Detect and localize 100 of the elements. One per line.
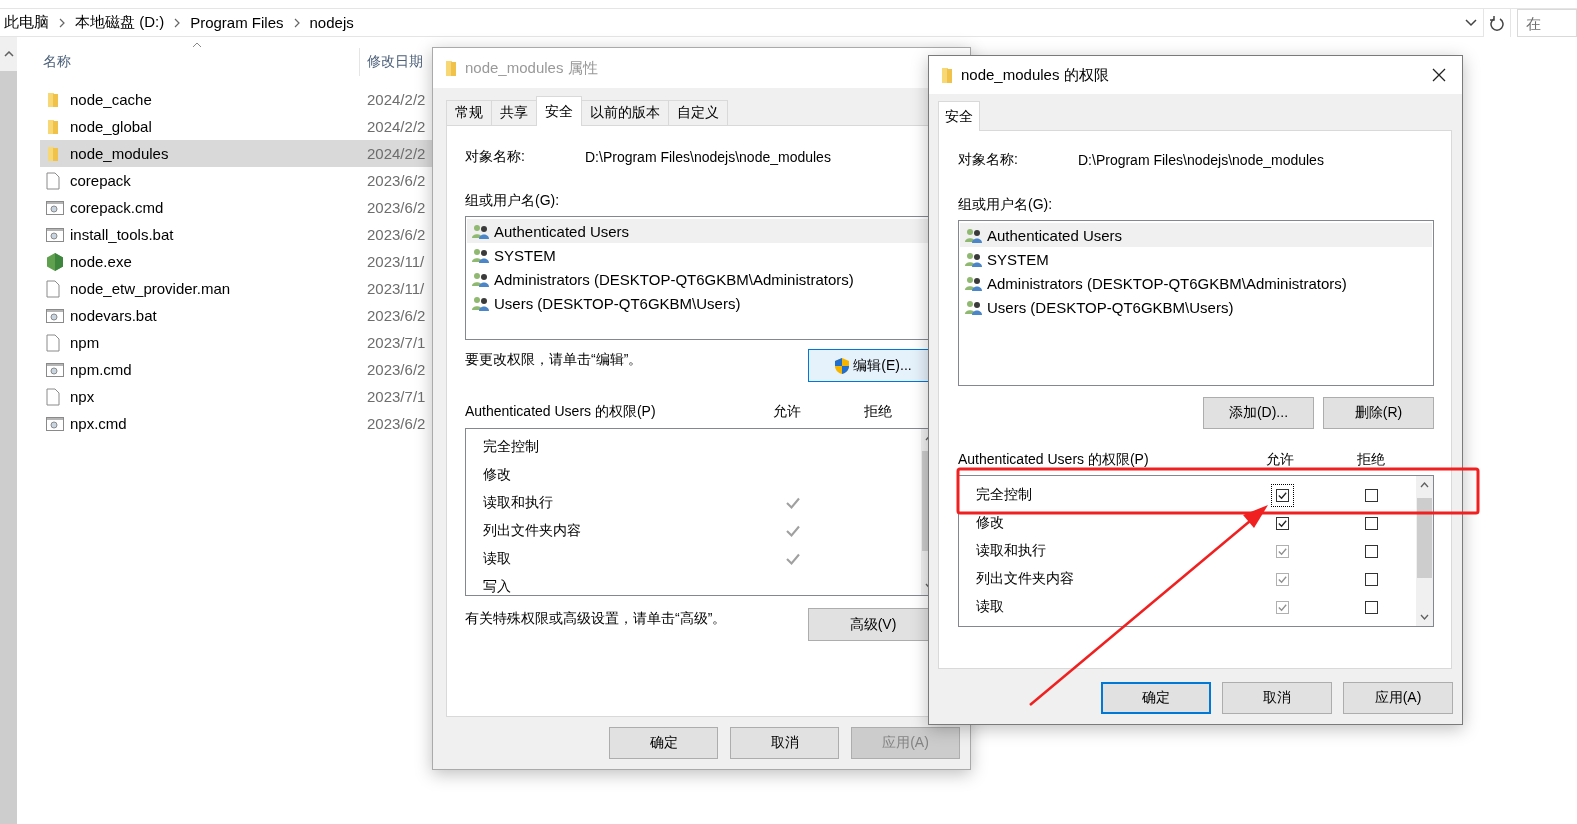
permission-list[interactable]: 完全控制 修改 读取和执行 列出文件夹内容 读取 <box>958 475 1434 627</box>
section-label: Authenticated Users 的权限(P) <box>958 451 1150 469</box>
file-row[interactable]: node_modules 2024/2/2 <box>40 140 432 167</box>
permission-name: 列出文件夹内容 <box>482 522 582 540</box>
file-name: node.exe <box>70 253 133 270</box>
scroll-up-icon[interactable] <box>1420 482 1429 488</box>
chevron-right-icon <box>58 17 66 28</box>
file-name: node_global <box>70 118 153 135</box>
refresh-icon <box>1490 15 1504 31</box>
breadcrumb-item[interactable]: nodejs <box>309 14 354 31</box>
file-icon <box>46 387 60 406</box>
address-bar[interactable]: 此电脑 本地磁盘 (D:) Program Files nodejs <box>0 9 1483 37</box>
file-name: npm <box>70 334 101 351</box>
user-name: Authenticated Users <box>494 222 630 240</box>
checkbox[interactable] <box>1365 488 1378 502</box>
checkbox[interactable] <box>1365 572 1378 586</box>
file-row[interactable]: npm.cmd 2023/6/2 <box>40 356 432 383</box>
file-row[interactable]: install_tools.bat 2023/6/2 <box>40 221 432 248</box>
checkbox[interactable] <box>1276 516 1289 530</box>
permission-name: 完全控制 <box>482 438 540 456</box>
file-name: node_cache <box>70 91 153 108</box>
list-button[interactable]: 添加(D)... <box>1203 397 1314 429</box>
file-date: 2024/2/2 <box>367 91 426 108</box>
file-row[interactable]: npx.cmd 2023/6/2 <box>40 410 432 437</box>
checkbox[interactable] <box>1276 488 1289 502</box>
folder-icon <box>46 91 60 108</box>
file-row[interactable]: node.exe 2023/11/ <box>40 248 432 275</box>
checkbox[interactable] <box>1365 544 1378 558</box>
script-icon <box>46 227 64 242</box>
permission-name: 修改 <box>482 466 512 484</box>
user-row[interactable]: Users (DESKTOP-QT6GKBM\Users) <box>467 291 943 315</box>
user-list[interactable]: Authenticated Users SYSTEM Administrators (DESKTOP-QT6GKBM\Administrators) Users (DESKTOP-QT6GKBM\Users) <box>958 220 1434 386</box>
close-icon[interactable] <box>1432 68 1446 82</box>
folder-icon <box>941 66 953 84</box>
chevron-down-icon[interactable] <box>1465 18 1477 27</box>
file-row[interactable]: node_cache 2024/2/2 <box>40 86 432 113</box>
user-row[interactable]: Authenticated Users <box>960 223 1432 247</box>
checkbox[interactable] <box>1365 600 1378 614</box>
users-icon <box>965 299 983 315</box>
dialog-button[interactable]: 取消 <box>730 727 839 759</box>
object-path: D:\Program Files\nodejs\node_modules <box>585 149 831 165</box>
script-icon <box>46 308 64 323</box>
file-icon <box>46 279 60 298</box>
breadcrumb-item[interactable]: 此电脑 <box>4 13 49 32</box>
refresh-button[interactable] <box>1483 9 1511 37</box>
dialog-button[interactable]: 应用(A) <box>1343 682 1453 714</box>
user-row[interactable]: SYSTEM <box>960 247 1432 271</box>
file-row[interactable]: npm 2023/7/1 <box>40 329 432 356</box>
file-icon <box>46 333 60 352</box>
users-icon <box>965 227 983 243</box>
tab[interactable]: 安全 <box>938 101 980 131</box>
file-name: npx <box>70 388 96 405</box>
checkbox[interactable] <box>1365 516 1378 530</box>
file-date: 2023/11/ <box>367 280 425 297</box>
dialog-button[interactable]: 确定 <box>1101 682 1211 714</box>
scrollbar[interactable] <box>1416 476 1433 626</box>
file-row[interactable]: npx 2023/7/1 <box>40 383 432 410</box>
folder-icon <box>46 145 60 162</box>
file-row[interactable]: corepack.cmd 2023/6/2 <box>40 194 432 221</box>
list-button[interactable]: 删除(R) <box>1323 397 1434 429</box>
scroll-up-icon[interactable] <box>3 51 14 57</box>
file-row[interactable]: corepack 2023/6/2 <box>40 167 432 194</box>
tab[interactable]: 自定义 <box>668 100 728 126</box>
users-icon <box>965 251 983 267</box>
section-label: 组或用户名(G): <box>958 196 1053 214</box>
hint-text: 要更改权限，请单击“编辑”。 <box>465 350 644 369</box>
permission-name: 修改 <box>975 514 1005 532</box>
file-row[interactable]: node_global 2024/2/2 <box>40 113 432 140</box>
permission-name: 写入 <box>482 578 512 595</box>
permission-name: 读取 <box>482 550 512 568</box>
script-icon <box>46 200 64 215</box>
column-header[interactable]: 名称 <box>40 48 360 76</box>
scroll-down-icon[interactable] <box>1420 614 1429 620</box>
column-header[interactable]: 修改日期 <box>367 53 423 71</box>
breadcrumb-item[interactable]: 本地磁盘 (D:) <box>75 13 165 32</box>
window-title: node_modules 的权限 <box>961 65 1109 85</box>
breadcrumb-item[interactable]: Program Files <box>190 14 284 31</box>
search-field[interactable]: 在 <box>1517 9 1577 37</box>
file-date: 2023/6/2 <box>367 199 426 216</box>
dialog-button[interactable]: 确定 <box>609 727 718 759</box>
shield-icon <box>834 356 851 375</box>
window-title: node_modules 属性 <box>465 58 598 78</box>
file-row[interactable]: node_etw_provider.man 2023/11/ <box>40 275 432 302</box>
chevron-right-icon <box>292 17 301 28</box>
tab[interactable]: 安全 <box>536 96 582 126</box>
user-name: Authenticated Users <box>987 226 1123 244</box>
section-label: Authenticated Users 的权限(P) <box>465 403 657 421</box>
dialog-button[interactable]: 取消 <box>1222 682 1332 714</box>
chevron-right-icon <box>173 17 182 28</box>
tab[interactable]: 常规 <box>446 100 492 126</box>
user-row[interactable]: Administrators (DESKTOP-QT6GKBM\Administrators) <box>467 267 943 291</box>
file-date: 2024/2/2 <box>367 145 426 162</box>
file-name: node_etw_provider.man <box>70 280 232 297</box>
user-row[interactable]: Users (DESKTOP-QT6GKBM\Users) <box>960 295 1432 319</box>
user-row[interactable]: Administrators (DESKTOP-QT6GKBM\Administrators) <box>960 271 1432 295</box>
user-row[interactable]: SYSTEM <box>467 243 943 267</box>
scrollbar-thumb[interactable] <box>1417 498 1432 578</box>
users-icon <box>472 223 490 239</box>
file-row[interactable]: nodevars.bat 2023/6/2 <box>40 302 432 329</box>
file-icon <box>46 171 60 190</box>
